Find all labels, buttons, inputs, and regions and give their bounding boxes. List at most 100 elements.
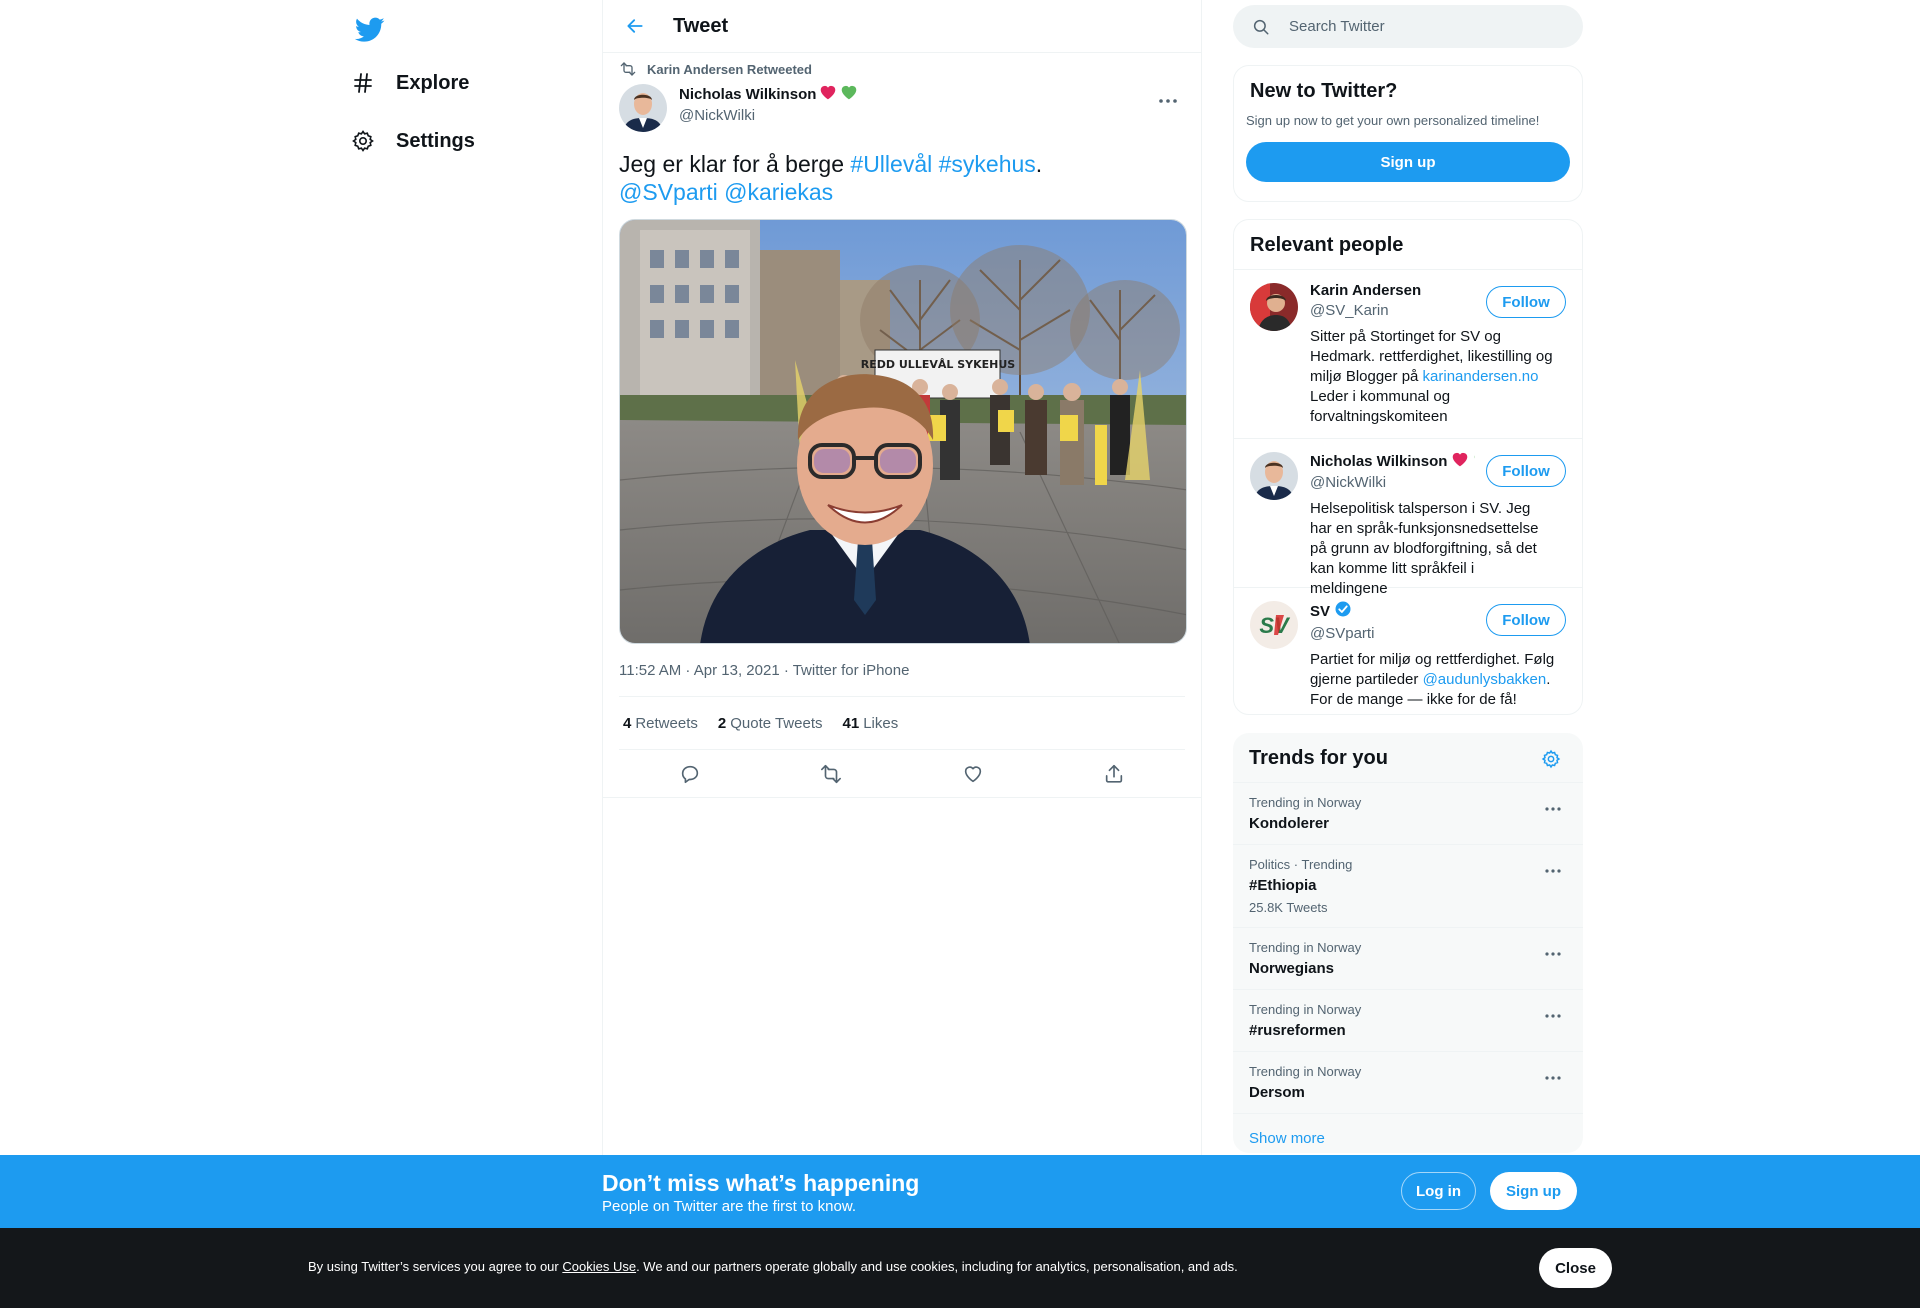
reply-button[interactable] [671, 755, 709, 793]
close-cookie-button[interactable]: Close [1539, 1248, 1612, 1288]
arrow-left-icon [627, 19, 643, 33]
relevant-people-card: Relevant people Karin Andersen @SV_Karin… [1233, 219, 1583, 715]
red-heart-icon [819, 84, 837, 104]
avatar[interactable] [1250, 452, 1298, 500]
person-item[interactable]: Karin Andersen @SV_Karin Sitter på Stort… [1234, 270, 1582, 439]
search-icon [1251, 17, 1271, 37]
login-button[interactable]: Log in [1401, 1172, 1476, 1210]
more-icon[interactable] [1541, 859, 1565, 883]
new-to-twitter-subtitle: Sign up now to get your own personalized… [1246, 113, 1540, 128]
tweet-stats: 4 Retweets 2 Quote Tweets 41 Likes [619, 697, 1185, 750]
hashtag-link[interactable]: #Ullevål [850, 151, 932, 177]
heart-icon [964, 765, 981, 782]
retweet-button[interactable] [812, 755, 850, 793]
person-bio: Helsepolitisk talsperson i SV. Jeg har e… [1310, 500, 1539, 597]
tweet: Karin Andersen Retweeted Nicholas Wilkin… [603, 54, 1201, 798]
hashtag-link[interactable]: #sykehus [939, 151, 1036, 177]
cookie-banner: By using Twitter’s services you agree to… [0, 1228, 1920, 1308]
nav-explore[interactable]: Explore [348, 59, 469, 107]
new-to-twitter-title: New to Twitter? [1250, 80, 1398, 102]
sidebar-signup-button[interactable]: Sign up [1246, 142, 1570, 182]
tweet-text: Jeg er klar for å berge #Ullevål #sykehu… [619, 151, 1043, 205]
trends-card: Trends for you Trending in Norway Kondol… [1233, 733, 1583, 1153]
trend-item[interactable]: Trending in Norway Kondolerer [1233, 783, 1583, 845]
new-to-twitter-card: New to Twitter? Sign up now to get your … [1233, 65, 1583, 202]
relevant-people-title: Relevant people [1250, 234, 1404, 256]
mention-link[interactable]: @SVparti [619, 179, 718, 205]
hashtag-icon [348, 68, 378, 98]
avatar[interactable] [1250, 283, 1298, 331]
likes-stat[interactable]: 41 Likes [843, 715, 899, 732]
search-input[interactable] [1289, 18, 1549, 35]
page-title: Tweet [673, 14, 729, 37]
quote-tweets-stat[interactable]: 2 Quote Tweets [718, 715, 823, 732]
tweet-actions [603, 750, 1201, 798]
trend-name: Dersom [1249, 1084, 1305, 1101]
follow-button[interactable]: Follow [1486, 286, 1566, 318]
like-button[interactable] [954, 755, 992, 793]
more-icon [1159, 99, 1177, 103]
trend-name: #Ethiopia [1249, 877, 1317, 894]
avatar[interactable] [619, 84, 667, 132]
retweet-indicator: Karin Andersen Retweeted [619, 54, 1185, 84]
author-name[interactable]: Nicholas Wilkinson [679, 84, 858, 104]
main-column: Tweet Karin Andersen Retweeted Nicholas … [602, 0, 1202, 1308]
trend-item[interactable]: Trending in Norway Dersom [1233, 1052, 1583, 1114]
cookies-use-link[interactable]: Cookies Use [562, 1259, 636, 1274]
protest-sign-text: REDD ULLEVÅL SYKEHUS [861, 358, 1015, 371]
person-name: Nicholas Wilkinson [1310, 451, 1475, 471]
retweet-icon [619, 60, 637, 78]
prompt-subtitle: People on Twitter are the first to know. [602, 1198, 857, 1215]
person-item[interactable]: SV SV @SVparti Partiet for miljø og rett… [1234, 588, 1582, 714]
author-info: Nicholas Wilkinson @NickWilki [679, 84, 858, 124]
more-icon[interactable] [1541, 1004, 1565, 1028]
nav-settings[interactable]: Settings [348, 117, 475, 165]
trend-name: Norwegians [1249, 960, 1335, 977]
mention-link[interactable]: @kariekas [724, 179, 833, 205]
person-item[interactable]: Nicholas Wilkinson @NickWilki Helsepolit… [1234, 439, 1582, 597]
green-heart-icon [1473, 451, 1475, 471]
show-more-link[interactable]: Show more [1233, 1114, 1583, 1153]
back-button[interactable] [617, 8, 653, 44]
top-bar: Tweet [603, 0, 1201, 53]
bio-link[interactable]: karinandersen.no [1423, 368, 1539, 385]
person-name: Karin Andersen [1310, 282, 1422, 299]
search-box[interactable] [1233, 5, 1583, 48]
author-handle[interactable]: @NickWilki [679, 107, 858, 124]
more-options-button[interactable] [1151, 84, 1185, 118]
trend-item[interactable]: Politics · Trending #Ethiopia 25.8K Twee… [1233, 845, 1583, 928]
tweet-photo[interactable]: REDD ULLEVÅL SYKEHUS [619, 219, 1187, 644]
signup-button[interactable]: Sign up [1490, 1172, 1577, 1210]
more-icon[interactable] [1541, 1066, 1565, 1090]
twitter-logo-icon[interactable] [348, 12, 392, 48]
gear-icon [348, 126, 378, 156]
more-icon[interactable] [1541, 797, 1565, 821]
nav-settings-label: Settings [396, 129, 475, 152]
trend-item[interactable]: Trending in Norway #rusreformen [1233, 990, 1583, 1052]
trend-item[interactable]: Trending in Norway Norwegians [1233, 928, 1583, 990]
follow-button[interactable]: Follow [1486, 455, 1566, 487]
retweeted-by[interactable]: Karin Andersen Retweeted [647, 62, 812, 77]
prompt-title: Don’t miss what’s happening [602, 1170, 920, 1196]
tweet-timestamp[interactable]: 11:52 AM · Apr 13, 2021 · Twitter for iP… [619, 662, 1185, 697]
retweet-icon [821, 764, 842, 783]
person-bio: Sitter på Stortinget for SV og Hedmark. … [1310, 328, 1553, 425]
green-heart-icon [840, 84, 858, 104]
follow-button[interactable]: Follow [1486, 604, 1566, 636]
retweets-stat[interactable]: 4 Retweets [623, 715, 698, 732]
trend-name: Kondolerer [1249, 815, 1330, 832]
person-bio: Partiet for miljø og rettferdighet. Følg… [1310, 651, 1555, 708]
cookie-text: By using Twitter’s services you agree to… [308, 1259, 1238, 1274]
avatar[interactable]: SV [1250, 601, 1298, 649]
share-button[interactable] [1095, 755, 1133, 793]
bio-link[interactable]: @audunlysbakken [1423, 671, 1547, 688]
trend-count: 25.8K Tweets [1249, 900, 1328, 915]
verified-badge-icon [1334, 600, 1352, 622]
more-icon[interactable] [1541, 942, 1565, 966]
trends-settings-gear-icon[interactable] [1539, 747, 1563, 771]
tweet-author: Nicholas Wilkinson @NickWilki [619, 84, 1185, 140]
red-heart-icon [1451, 451, 1469, 471]
nav-explore-label: Explore [396, 71, 470, 94]
trends-title: Trends for you [1249, 747, 1388, 769]
share-icon [1106, 764, 1123, 783]
